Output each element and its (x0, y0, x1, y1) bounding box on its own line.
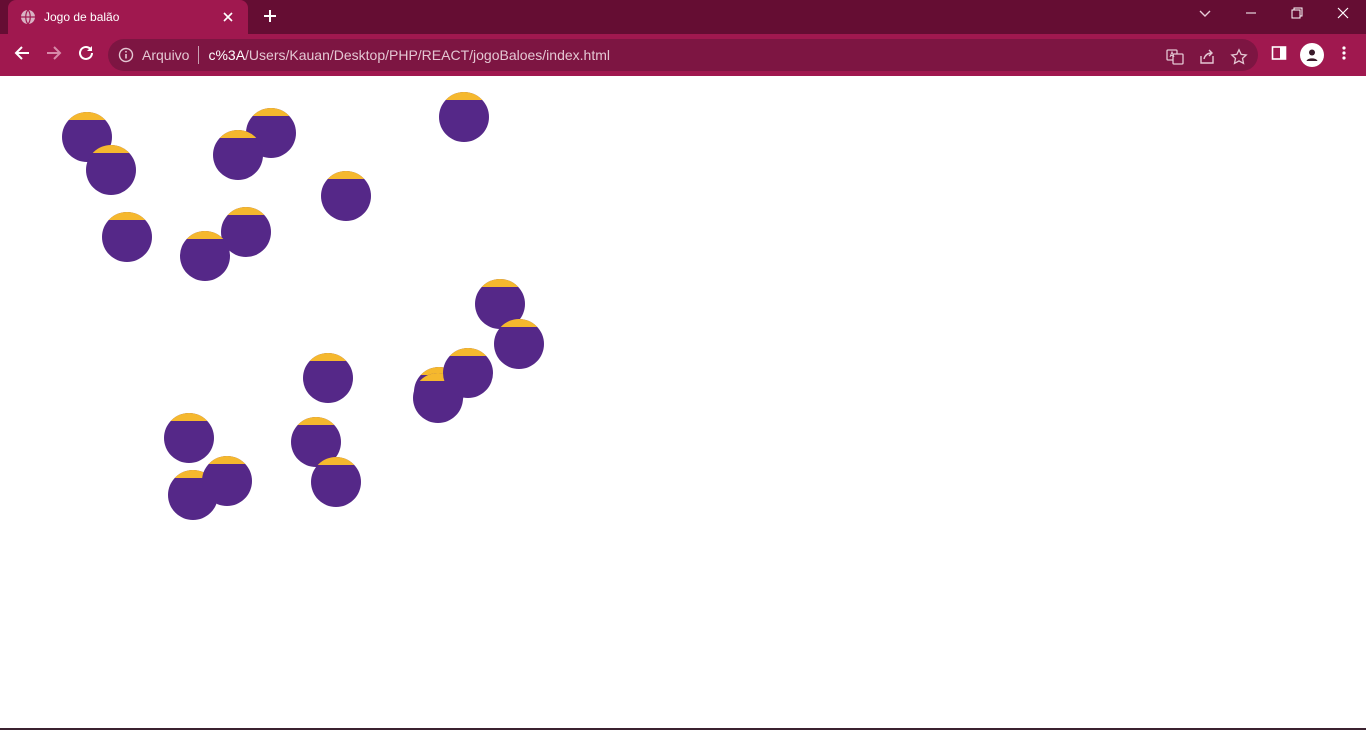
close-icon[interactable] (220, 9, 236, 25)
arrow-right-icon (45, 44, 63, 67)
balloon[interactable] (180, 231, 230, 281)
plus-icon (262, 8, 278, 29)
url-path: /Users/Kauan/Desktop/PHP/REACT/jogoBaloe… (245, 47, 610, 63)
tab-strip: Jogo de balão (0, 0, 1366, 34)
balloon[interactable] (86, 145, 136, 195)
share-icon[interactable] (1197, 47, 1217, 67)
close-icon (1337, 6, 1349, 24)
profile-button[interactable] (1300, 43, 1324, 67)
translate-icon[interactable] (1165, 47, 1185, 67)
forward-button[interactable] (42, 43, 66, 67)
balloon[interactable] (202, 456, 252, 506)
omnibox-divider (198, 46, 200, 64)
tab-search-button[interactable] (1182, 0, 1228, 30)
tab-title: Jogo de balão (44, 10, 120, 24)
restore-icon (1291, 6, 1303, 24)
browser-tab[interactable]: Jogo de balão (8, 0, 248, 34)
restore-button[interactable] (1274, 0, 1320, 30)
kebab-menu-icon (1336, 45, 1352, 66)
globe-icon (20, 9, 36, 25)
balloon[interactable] (321, 171, 371, 221)
reload-button[interactable] (74, 43, 98, 67)
minimize-button[interactable] (1228, 0, 1274, 30)
back-button[interactable] (10, 43, 34, 67)
star-icon[interactable] (1229, 47, 1249, 67)
side-panel-button[interactable] (1267, 43, 1291, 67)
profile-icon (1300, 43, 1324, 67)
page-scheme-label: Arquivo (142, 47, 190, 63)
reload-icon (77, 44, 95, 67)
balloon[interactable] (443, 348, 493, 398)
close-window-button[interactable] (1320, 0, 1366, 30)
side-panel-icon (1271, 45, 1287, 66)
balloon[interactable] (102, 212, 152, 262)
game-area (0, 76, 1366, 728)
info-icon[interactable] (118, 47, 134, 63)
balloon[interactable] (439, 92, 489, 142)
browser-toolbar: Arquivo c%3A /Users/Kauan/Desktop/PHP/RE… (0, 34, 1366, 76)
new-tab-button[interactable] (258, 6, 282, 30)
balloon[interactable] (303, 353, 353, 403)
balloon[interactable] (213, 130, 263, 180)
arrow-left-icon (13, 44, 31, 67)
minimize-icon (1245, 6, 1257, 24)
balloon[interactable] (311, 457, 361, 507)
chevron-down-icon (1198, 6, 1212, 25)
address-bar[interactable]: Arquivo c%3A /Users/Kauan/Desktop/PHP/RE… (108, 39, 1258, 71)
balloon[interactable] (494, 319, 544, 369)
browser-menu-button[interactable] (1332, 43, 1356, 67)
url-host: c%3A (208, 47, 246, 63)
